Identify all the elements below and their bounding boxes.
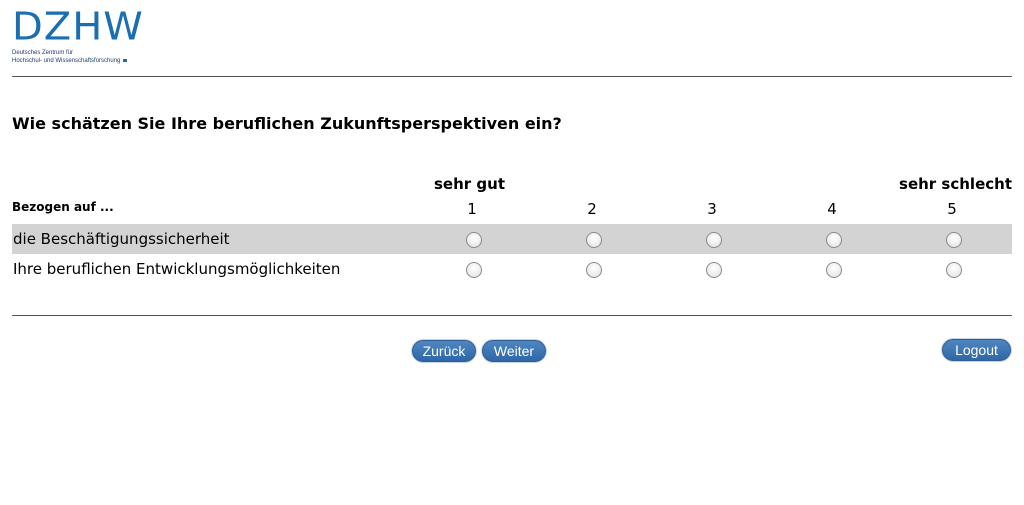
item-row-employment-security: die Beschäftigungssicherheit bbox=[12, 224, 1012, 254]
question-text: Wie schätzen Sie Ihre beruflichen Zukunf… bbox=[12, 114, 562, 133]
logo-subtitle-line1: Deutsches Zentrum für bbox=[12, 50, 74, 56]
column-header-4: 4 bbox=[827, 200, 837, 218]
radio-option-4[interactable] bbox=[826, 262, 842, 278]
item-label: Ihre beruflichen Entwicklungsmöglichkeit… bbox=[13, 260, 341, 278]
logo-mark: DZHW bbox=[12, 5, 144, 49]
logo-subtitle-line2: Hochschul- und Wissenschaftsforschung bbox=[12, 57, 152, 65]
column-header-5: 5 bbox=[947, 200, 957, 218]
radio-option-1[interactable] bbox=[466, 262, 482, 278]
radio-option-5[interactable] bbox=[946, 232, 962, 248]
scale-right-label: sehr schlecht bbox=[899, 175, 1012, 193]
radio-option-3[interactable] bbox=[706, 262, 722, 278]
scale-left-label: sehr gut bbox=[434, 175, 505, 193]
top-divider bbox=[12, 76, 1012, 77]
item-row-career-development: Ihre beruflichen Entwicklungsmöglichkeit… bbox=[12, 254, 1012, 284]
logout-button[interactable]: Logout bbox=[942, 339, 1011, 361]
radio-option-5[interactable] bbox=[946, 262, 962, 278]
radio-option-4[interactable] bbox=[826, 232, 842, 248]
column-header-2: 2 bbox=[587, 200, 597, 218]
next-button[interactable]: Weiter bbox=[482, 340, 546, 362]
column-header-1: 1 bbox=[467, 200, 477, 218]
item-label: die Beschäftigungssicherheit bbox=[13, 230, 230, 248]
radio-option-2[interactable] bbox=[586, 262, 602, 278]
radio-option-2[interactable] bbox=[586, 232, 602, 248]
radio-option-3[interactable] bbox=[706, 232, 722, 248]
back-button[interactable]: Zurück bbox=[412, 340, 476, 362]
logo-subtitle: Deutsches Zentrum für Hochschul- und Wis… bbox=[12, 49, 152, 65]
reference-label: Bezogen auf ... bbox=[12, 200, 114, 214]
logo-square-icon bbox=[123, 59, 128, 62]
bottom-divider bbox=[12, 315, 1012, 316]
radio-option-1[interactable] bbox=[466, 232, 482, 248]
column-header-3: 3 bbox=[707, 200, 717, 218]
dzhw-logo: DZHW Deutsches Zentrum für Hochschul- un… bbox=[12, 8, 152, 68]
